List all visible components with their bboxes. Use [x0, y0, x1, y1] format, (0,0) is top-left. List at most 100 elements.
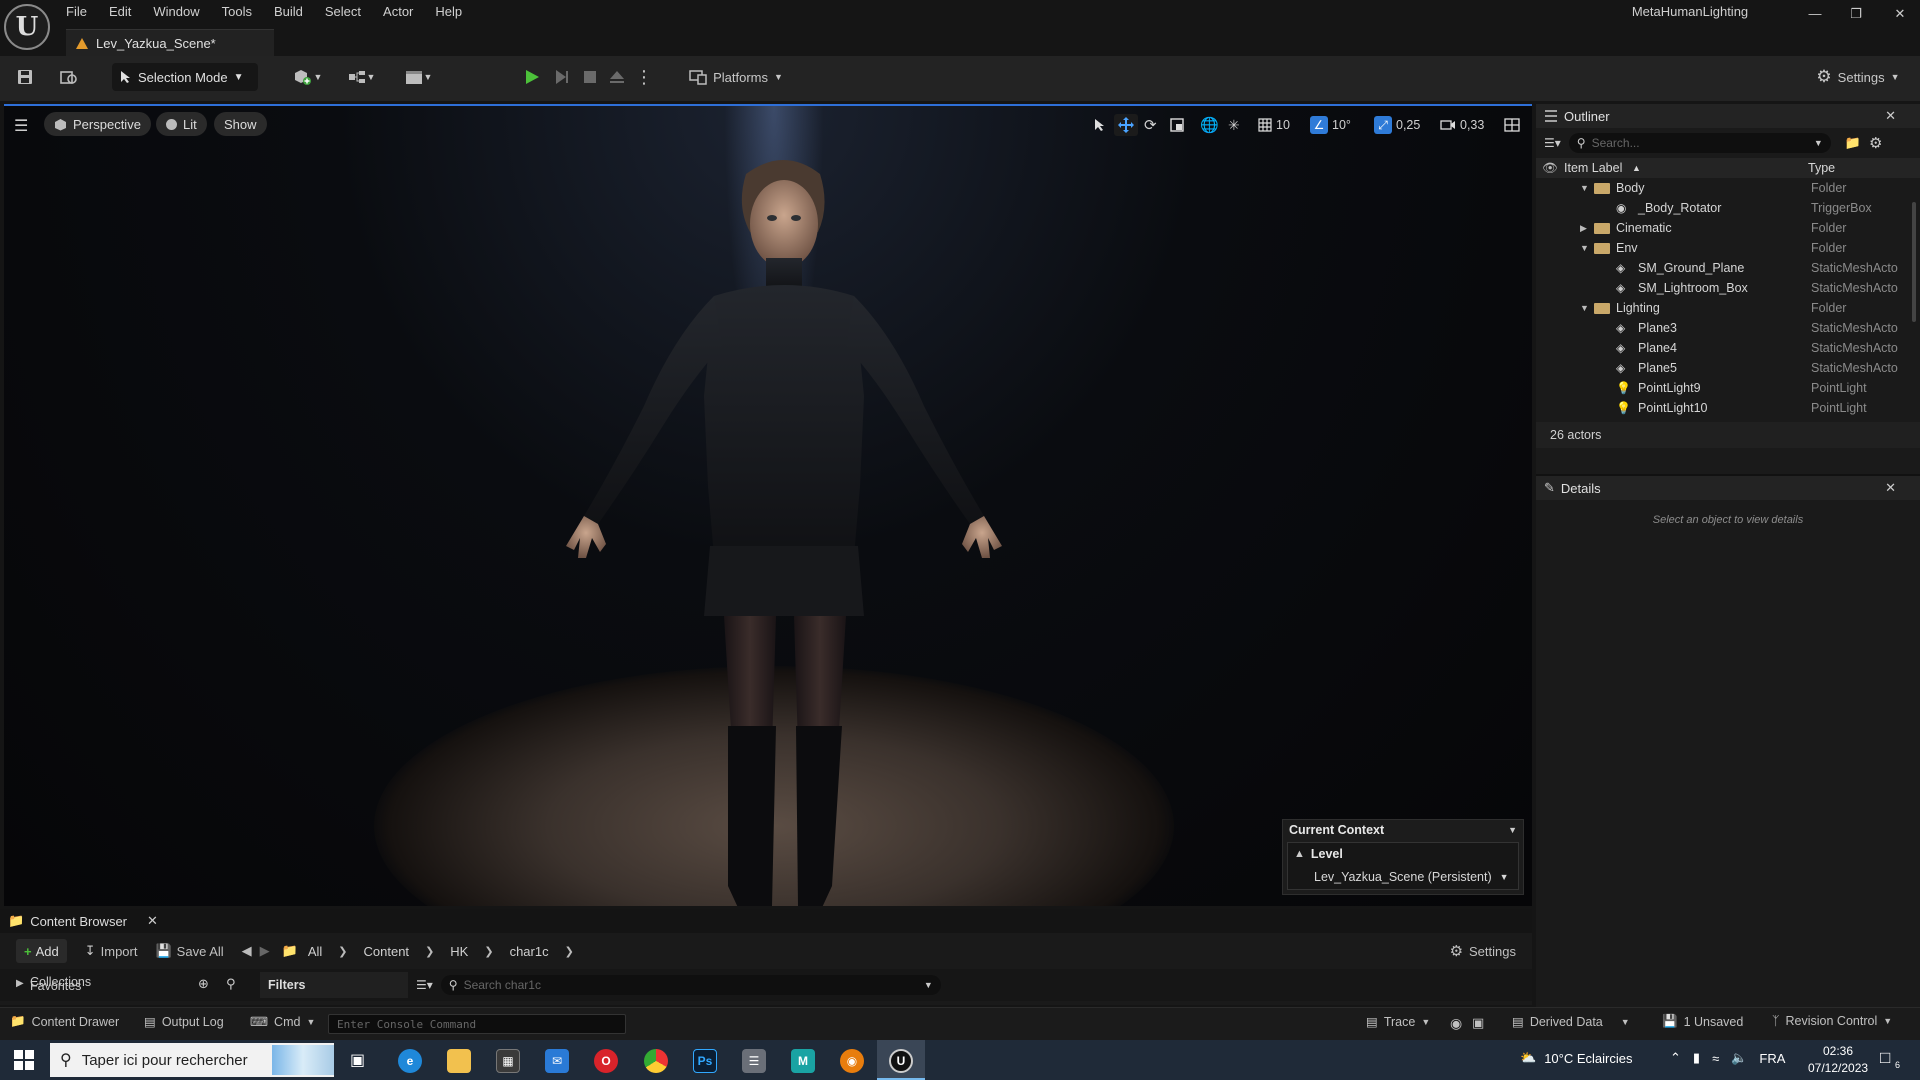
tray-chevron-icon[interactable]: ⌃: [1670, 1050, 1681, 1066]
mail-icon[interactable]: ✉: [545, 1049, 569, 1073]
content-settings-button[interactable]: ⚙ Settings: [1450, 942, 1516, 960]
save-icon[interactable]: [14, 64, 36, 90]
outliner-row[interactable]: 💡 PointLight10 PointLight: [1536, 398, 1920, 418]
expanded-arrow-icon[interactable]: ▼: [1580, 183, 1589, 193]
document-tab[interactable]: Lev_Yazkua_Scene*: [66, 29, 274, 56]
viewport-menu-icon[interactable]: ☰: [14, 116, 28, 136]
outliner-row[interactable]: ◈ Plane5 StaticMeshActo: [1536, 358, 1920, 378]
weather-widget[interactable]: ⛅ 10°C Eclaircies: [1520, 1050, 1632, 1066]
task-view-icon[interactable]: ▣: [350, 1050, 365, 1070]
blueprints-button[interactable]: ▼: [342, 64, 380, 90]
outliner-search[interactable]: ⚲ Search... ▼: [1568, 133, 1831, 153]
level-viewport[interactable]: ☰ Perspective Lit Show ⟳ 🌐 ✳ 10 ∠ 10° ⤢ …: [4, 104, 1532, 906]
outliner-row[interactable]: ▶ Cinematic Folder: [1536, 218, 1920, 238]
menu-item-actor[interactable]: Actor: [383, 4, 413, 22]
save-all-button[interactable]: 💾 Save All: [155, 943, 223, 959]
filters-button[interactable]: Filters: [260, 972, 408, 998]
world-space-icon[interactable]: 🌐: [1200, 114, 1219, 136]
cmd-dropdown[interactable]: ⌨ Cmd ▼: [250, 1014, 315, 1030]
battery-icon[interactable]: ▮: [1693, 1050, 1700, 1066]
breadcrumb-item[interactable]: All: [308, 944, 322, 959]
chevron-down-icon[interactable]: ▼: [1508, 825, 1517, 835]
search-collections-icon[interactable]: ⚲: [226, 976, 236, 992]
selection-mode-dropdown[interactable]: Selection Mode ▼: [112, 63, 258, 91]
menu-item-select[interactable]: Select: [325, 4, 361, 22]
edge-icon[interactable]: e: [398, 1049, 422, 1073]
add-actor-button[interactable]: ▼: [288, 64, 326, 90]
menu-item-build[interactable]: Build: [274, 4, 303, 22]
derived-data-dropdown[interactable]: ▤ Derived Data ▼: [1512, 1014, 1630, 1030]
outliner-row[interactable]: ▼ Env Folder: [1536, 238, 1920, 258]
asset-search[interactable]: ⚲ Search char1c ▼: [440, 975, 941, 995]
blender-icon[interactable]: ◉: [840, 1049, 864, 1073]
outliner-close-icon[interactable]: ✕: [1885, 108, 1896, 124]
notification-icon[interactable]: □ 6: [1880, 1048, 1902, 1070]
chevron-right-icon[interactable]: ❯: [484, 945, 493, 958]
photoshop-icon[interactable]: Ps: [693, 1049, 717, 1073]
clock[interactable]: 02:36 07/12/2023: [1808, 1043, 1868, 1077]
screenshot-icon[interactable]: ▣: [1472, 1015, 1484, 1031]
volume-icon[interactable]: 🔈: [1731, 1050, 1747, 1066]
lit-button[interactable]: Lit: [156, 112, 207, 136]
import-button[interactable]: ↧ Import: [85, 943, 138, 959]
console-input[interactable]: Enter Console Command: [328, 1014, 626, 1034]
menu-item-tools[interactable]: Tools: [222, 4, 252, 22]
stop-icon[interactable]: [580, 64, 600, 90]
visibility-icon[interactable]: 👁: [1542, 161, 1558, 176]
language-indicator[interactable]: FRA: [1759, 1051, 1785, 1066]
taskbar-search[interactable]: ⚲ Taper ici pour rechercher: [50, 1043, 334, 1077]
new-folder-icon[interactable]: 📁: [1845, 135, 1861, 151]
grid-snap-button[interactable]: 10: [1258, 114, 1290, 136]
store-icon[interactable]: ▦: [496, 1049, 520, 1073]
windows-start-icon[interactable]: [14, 1050, 34, 1070]
step-icon[interactable]: [552, 64, 572, 90]
collapsed-arrow-icon[interactable]: ▶: [1580, 223, 1587, 234]
angle-snap-button[interactable]: ∠ 10°: [1310, 114, 1351, 136]
app-icon[interactable]: ☰: [742, 1049, 766, 1073]
outliner-settings-icon[interactable]: ⚙: [1869, 134, 1882, 152]
record-icon[interactable]: ◉: [1450, 1015, 1462, 1032]
chrome-icon[interactable]: [644, 1049, 668, 1073]
file-explorer-icon[interactable]: [447, 1049, 471, 1073]
menu-item-window[interactable]: Window: [153, 4, 199, 22]
wifi-icon[interactable]: ≈: [1712, 1051, 1719, 1066]
details-close-icon[interactable]: ✕: [1885, 480, 1896, 496]
restore-icon[interactable]: ❐: [1846, 6, 1866, 22]
translate-tool-icon[interactable]: [1114, 114, 1138, 136]
history-back-icon[interactable]: ◀: [242, 943, 252, 959]
outliner-row[interactable]: ◈ Plane3 StaticMeshActo: [1536, 318, 1920, 338]
surface-snap-icon[interactable]: ✳: [1228, 114, 1240, 136]
browse-icon[interactable]: [58, 64, 80, 90]
scale-snap-button[interactable]: ⤢ 0,25: [1374, 114, 1420, 136]
play-icon[interactable]: [522, 64, 542, 90]
more-options-icon[interactable]: ⋮: [635, 64, 653, 90]
add-button[interactable]: + Add: [16, 939, 67, 963]
cinematics-button[interactable]: ▼: [398, 64, 438, 90]
history-forward-icon[interactable]: ▶: [260, 943, 270, 959]
level-selector[interactable]: Lev_Yazkua_Scene (Persistent) ▼: [1288, 865, 1518, 889]
metahuman-icon[interactable]: M: [791, 1049, 815, 1073]
chevron-right-icon[interactable]: ❯: [565, 945, 574, 958]
platforms-dropdown[interactable]: Platforms ▼: [686, 64, 786, 90]
toolbar-settings-button[interactable]: ⚙ Settings ▼: [1812, 64, 1904, 90]
breadcrumb-item[interactable]: char1c: [510, 944, 549, 959]
outliner-row[interactable]: 💡 PointLight9 PointLight: [1536, 378, 1920, 398]
scale-tool-icon[interactable]: [1170, 114, 1184, 136]
breadcrumb-item[interactable]: HK: [450, 944, 468, 959]
viewport-layout-icon[interactable]: [1504, 114, 1520, 136]
column-item-label[interactable]: Item Label: [1564, 161, 1622, 175]
revision-control-dropdown[interactable]: ᛉ Revision Control ▼: [1772, 1014, 1892, 1028]
outliner-row[interactable]: ◉ _Body_Rotator TriggerBox: [1536, 198, 1920, 218]
content-drawer-button[interactable]: 📁 Content Drawer: [10, 1014, 119, 1029]
expanded-arrow-icon[interactable]: ▼: [1580, 303, 1589, 313]
filter-icon[interactable]: ☰▾: [1544, 136, 1561, 150]
menu-item-edit[interactable]: Edit: [109, 4, 131, 22]
unreal-logo-icon[interactable]: U: [4, 4, 50, 50]
outliner-row[interactable]: ◈ SM_Ground_Plane StaticMeshActo: [1536, 258, 1920, 278]
show-button[interactable]: Show: [214, 112, 267, 136]
chevron-right-icon[interactable]: ❯: [338, 945, 347, 958]
column-type[interactable]: Type: [1808, 161, 1835, 175]
content-browser-close-icon[interactable]: ✕: [147, 913, 158, 929]
outliner-row[interactable]: ◈ Plane4 StaticMeshActo: [1536, 338, 1920, 358]
minimize-icon[interactable]: —: [1805, 6, 1825, 22]
